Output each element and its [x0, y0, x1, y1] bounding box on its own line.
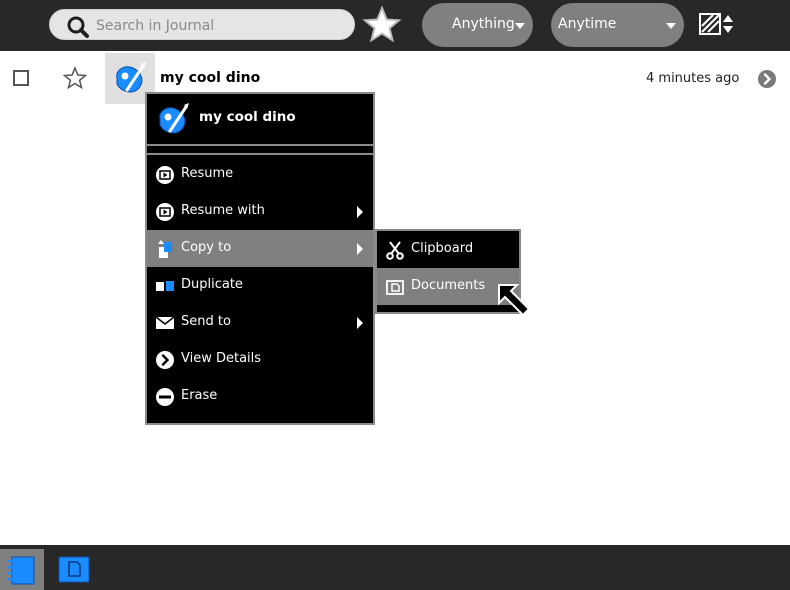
details-icon: [155, 350, 175, 370]
paint-activity-icon: [159, 103, 189, 134]
search-box[interactable]: [49, 9, 355, 40]
search-input[interactable]: [94, 14, 348, 38]
documents-icon: [385, 277, 405, 297]
menu-item-copy-to[interactable]: Copy to: [147, 230, 373, 267]
journal-icon[interactable]: [0, 549, 44, 590]
menu-item-duplicate[interactable]: Duplicate: [147, 267, 373, 304]
palette-divider: [147, 153, 373, 155]
mouse-pointer-icon: [497, 283, 533, 323]
documents-volume-icon[interactable]: [57, 554, 91, 588]
erase-icon: [155, 387, 175, 407]
menu-item-resume[interactable]: Resume: [147, 156, 373, 193]
menu-item-resume-with[interactable]: Resume with: [147, 193, 373, 230]
menu-item-label: Duplicate: [181, 277, 243, 292]
favorite-filter-star-icon[interactable]: [362, 5, 402, 49]
entry-palette-menu: my cool dino Resume Resume with Copy to: [145, 92, 375, 425]
entry-title[interactable]: my cool dino: [160, 70, 260, 86]
palette-header: my cool dino: [147, 94, 373, 144]
scissors-icon: [385, 240, 405, 260]
menu-item-label: Erase: [181, 388, 218, 403]
mail-icon: [155, 313, 175, 333]
entry-favorite-star-icon[interactable]: [62, 66, 88, 94]
submenu-arrow-icon: [357, 317, 363, 329]
submenu-arrow-icon: [357, 243, 363, 255]
copy-icon: [155, 239, 175, 259]
chevron-down-icon: [515, 23, 525, 29]
resume-icon: [155, 202, 175, 222]
journal-toolbar: Anything Anytime: [0, 0, 790, 51]
palette-divider: [147, 144, 373, 146]
search-icon: [66, 15, 90, 43]
entry-timestamp: 4 minutes ago: [646, 71, 740, 86]
duplicate-icon: [155, 276, 175, 296]
menu-item-erase[interactable]: Erase: [147, 378, 373, 415]
chevron-down-icon: [666, 23, 676, 29]
sugar-frame-bar: [0, 545, 790, 590]
submenu-item-clipboard[interactable]: Clipboard: [377, 231, 519, 268]
sort-icon[interactable]: [697, 9, 735, 43]
submenu-item-label: Clipboard: [411, 241, 474, 256]
submenu-item-label: Documents: [411, 278, 486, 293]
when-filter-label: Anytime: [558, 16, 617, 32]
palette-title: my cool dino: [199, 109, 296, 125]
menu-item-label: View Details: [181, 351, 262, 366]
submenu-arrow-icon: [357, 206, 363, 218]
menu-item-label: Copy to: [181, 240, 232, 255]
menu-item-send-to[interactable]: Send to: [147, 304, 373, 341]
menu-item-label: Send to: [181, 314, 231, 329]
menu-item-label: Resume with: [181, 203, 265, 218]
entry-details-arrow-icon[interactable]: [757, 69, 777, 93]
resume-icon: [155, 165, 175, 185]
when-filter-combo[interactable]: Anytime: [551, 3, 684, 47]
menu-item-label: Resume: [181, 166, 234, 181]
what-filter-combo[interactable]: Anything: [422, 3, 533, 47]
entry-select-checkbox[interactable]: [13, 70, 29, 86]
what-filter-label: Anything: [452, 16, 515, 32]
menu-item-view-details[interactable]: View Details: [147, 341, 373, 378]
